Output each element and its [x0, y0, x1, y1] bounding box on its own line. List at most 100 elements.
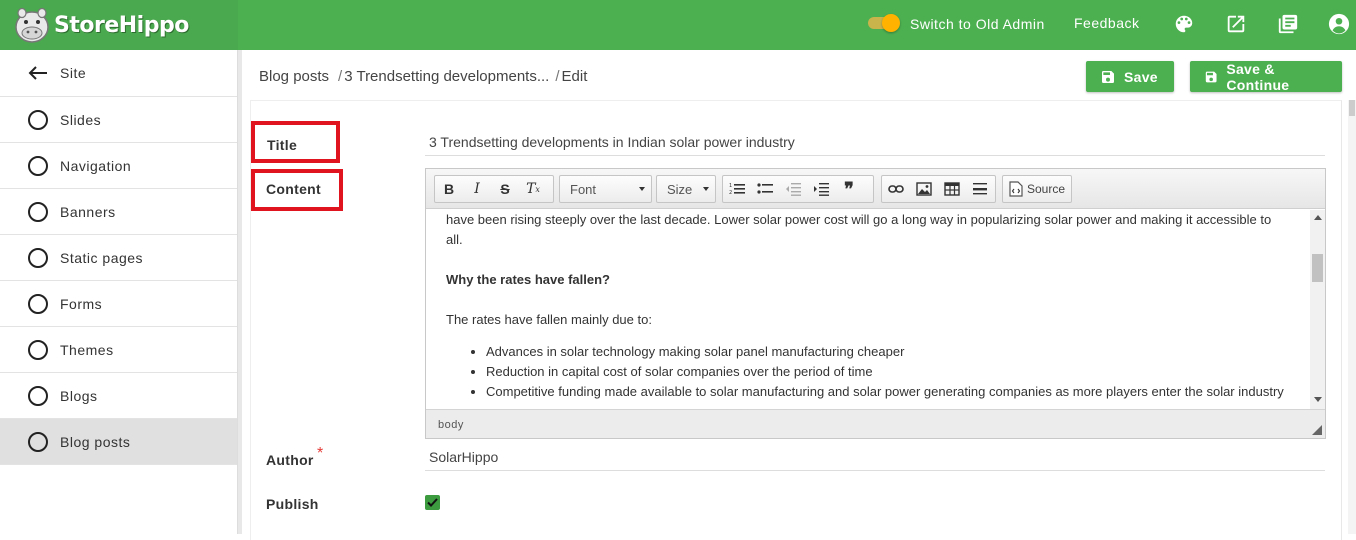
author-underline	[425, 470, 1325, 471]
radio-icon	[28, 247, 48, 268]
content-label: Content	[266, 181, 321, 197]
open-external-icon[interactable]	[1225, 13, 1247, 35]
brand-logo[interactable]: StoreHippo	[0, 0, 238, 50]
radio-icon	[28, 155, 48, 176]
save-icon	[1102, 70, 1114, 83]
blockquote-button[interactable]: ❞	[835, 176, 863, 202]
size-combo-text: Size	[667, 181, 693, 197]
switch-old-admin-label[interactable]: Switch to Old Admin	[910, 16, 1045, 32]
radio-icon	[28, 431, 48, 452]
sidebar-item-blog-posts[interactable]: Blog posts	[0, 419, 237, 465]
required-marker: *	[317, 445, 324, 462]
scroll-down-icon[interactable]	[1314, 397, 1322, 402]
bullet-list-icon	[757, 183, 773, 194]
sidebar-item-forms[interactable]: Forms	[0, 281, 237, 327]
source-label: Source	[1027, 182, 1066, 196]
resize-handle-icon[interactable]	[1312, 425, 1322, 435]
numbered-list-button[interactable]: 12	[723, 176, 751, 202]
editor-status-bar: body	[426, 409, 1325, 438]
sidebar-item-label: Banners	[60, 203, 116, 220]
sidebar-item-banners[interactable]: Banners	[0, 189, 237, 235]
image-button[interactable]	[910, 176, 938, 202]
arrow-back-icon	[28, 66, 47, 80]
title-input[interactable]: 3 Trendsetting developments in Indian so…	[429, 134, 795, 150]
size-combo-label: Size	[657, 176, 715, 202]
table-button[interactable]	[938, 176, 966, 202]
save-icon	[1205, 71, 1217, 82]
svg-text:2: 2	[729, 190, 732, 196]
list-item: Reduction in capital cost of solar compa…	[486, 362, 1290, 382]
editor-content[interactable]: have been rising steeply over the last d…	[426, 210, 1310, 409]
author-label: Author	[266, 452, 314, 468]
save-button[interactable]: Save	[1086, 61, 1174, 92]
sidebar-item-label: Forms	[60, 295, 103, 312]
sidebar-item-blogs[interactable]: Blogs	[0, 373, 237, 419]
title-label: Title	[267, 137, 298, 153]
sidebar-divider	[238, 50, 242, 534]
catalog-icon[interactable]	[1277, 13, 1299, 35]
source-button[interactable]: Source	[1002, 175, 1072, 203]
horizontal-line-button[interactable]	[966, 176, 994, 202]
chevron-down-icon	[703, 187, 709, 191]
radio-icon	[28, 339, 48, 360]
table-icon	[944, 182, 960, 196]
save-continue-button[interactable]: Save & Continue	[1190, 60, 1342, 93]
content-heading: Why the rates have fallen?	[446, 272, 610, 287]
scroll-thumb[interactable]	[1312, 254, 1323, 282]
sidebar-item-static-pages[interactable]: Static pages	[0, 235, 237, 281]
element-path[interactable]: body	[438, 419, 464, 431]
link-button[interactable]	[882, 176, 910, 202]
font-combo-label: Font	[560, 176, 651, 202]
bold-button[interactable]: B	[435, 176, 463, 202]
size-combo[interactable]: Size	[656, 175, 716, 203]
sidebar-item-navigation[interactable]: Navigation	[0, 143, 237, 189]
author-input[interactable]: SolarHippo	[429, 449, 498, 465]
indent-icon	[814, 183, 829, 196]
scroll-up-icon[interactable]	[1314, 215, 1322, 220]
italic-button[interactable]: I	[463, 176, 491, 202]
radio-icon	[28, 385, 48, 406]
font-combo[interactable]: Font	[559, 175, 652, 203]
source-icon	[1009, 181, 1023, 197]
content-paragraph: have been rising steeply over the last d…	[446, 212, 1272, 247]
publish-label: Publish	[266, 496, 319, 512]
remove-format-button[interactable]: Tx	[519, 176, 547, 202]
bullet-list-button[interactable]	[751, 176, 779, 202]
breadcrumb: Blog posts/3 Trendsetting developments..…	[259, 68, 587, 85]
sidebar-item-slides[interactable]: Slides	[0, 97, 237, 143]
strikethrough-button[interactable]: S	[491, 176, 519, 202]
sidebar-item-label: Site	[60, 65, 87, 81]
top-bar: StoreHippo Switch to Old Admin Feedback	[0, 0, 1356, 50]
sidebar-item-label: Slides	[60, 111, 102, 128]
list-group: 12 ❞	[722, 175, 874, 203]
insert-group	[881, 175, 996, 203]
editor-scrollbar[interactable]	[1310, 210, 1325, 409]
account-icon[interactable]	[1328, 13, 1350, 35]
sidebar-back-site[interactable]: Site	[0, 50, 237, 97]
toggle-knob	[882, 14, 900, 32]
format-group: B I S Tx	[434, 175, 554, 203]
page-scrollbar[interactable]	[1348, 100, 1356, 534]
outdent-button[interactable]	[779, 176, 807, 202]
breadcrumb-post-title[interactable]: 3 Trendsetting developments...	[344, 68, 549, 85]
numbered-list-icon: 12	[729, 183, 745, 196]
editor-toolbar: B I S Tx Font Size 12 ❞ Source	[426, 169, 1325, 209]
feedback-link[interactable]: Feedback	[1074, 15, 1139, 31]
sidebar-item-label: Themes	[60, 341, 114, 358]
breadcrumb-separator: /	[555, 68, 560, 85]
breadcrumb-blog-posts[interactable]: Blog posts	[259, 68, 329, 85]
indent-button[interactable]	[807, 176, 835, 202]
old-admin-toggle[interactable]	[866, 14, 902, 32]
publish-checkbox[interactable]	[425, 495, 440, 510]
palette-icon[interactable]	[1173, 13, 1195, 35]
horizontal-line-icon	[973, 183, 987, 195]
breadcrumb-edit: Edit	[561, 68, 588, 85]
sidebar: Site Slides Navigation Banners Static pa…	[0, 50, 238, 534]
svg-text:1: 1	[729, 183, 732, 189]
sidebar-item-themes[interactable]: Themes	[0, 327, 237, 373]
scroll-thumb[interactable]	[1349, 100, 1355, 116]
content-bullet-list: Advances in solar technology making sola…	[486, 342, 1290, 402]
save-continue-label: Save & Continue	[1226, 60, 1290, 93]
breadcrumb-separator: /	[338, 68, 343, 85]
sidebar-item-label: Navigation	[60, 157, 132, 174]
